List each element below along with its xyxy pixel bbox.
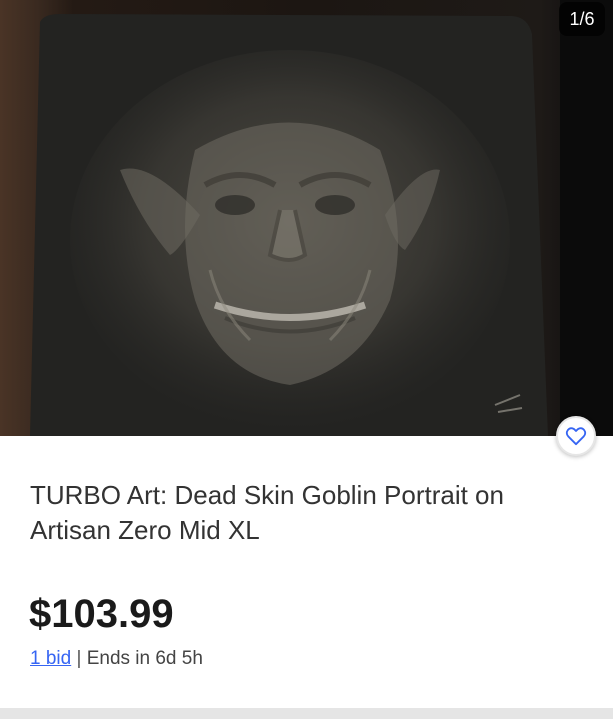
listing-price: $103.99 <box>29 592 174 636</box>
listing-meta: 1 bid | Ends in 6d 5h <box>30 648 203 670</box>
meta-separator: | <box>76 648 82 669</box>
listing-photo[interactable]: 1/6 <box>0 0 613 436</box>
listing-title[interactable]: TURBO Art: Dead Skin Goblin Portrait on … <box>30 478 550 548</box>
mousepad-artwork <box>30 0 613 436</box>
heart-icon <box>565 427 587 446</box>
image-counter: 1/6 <box>559 2 605 36</box>
watch-button[interactable] <box>556 416 596 456</box>
time-left: Ends in 6d 5h <box>86 648 203 669</box>
bottom-divider <box>0 708 613 719</box>
bid-count-link[interactable]: 1 bid <box>30 648 71 669</box>
